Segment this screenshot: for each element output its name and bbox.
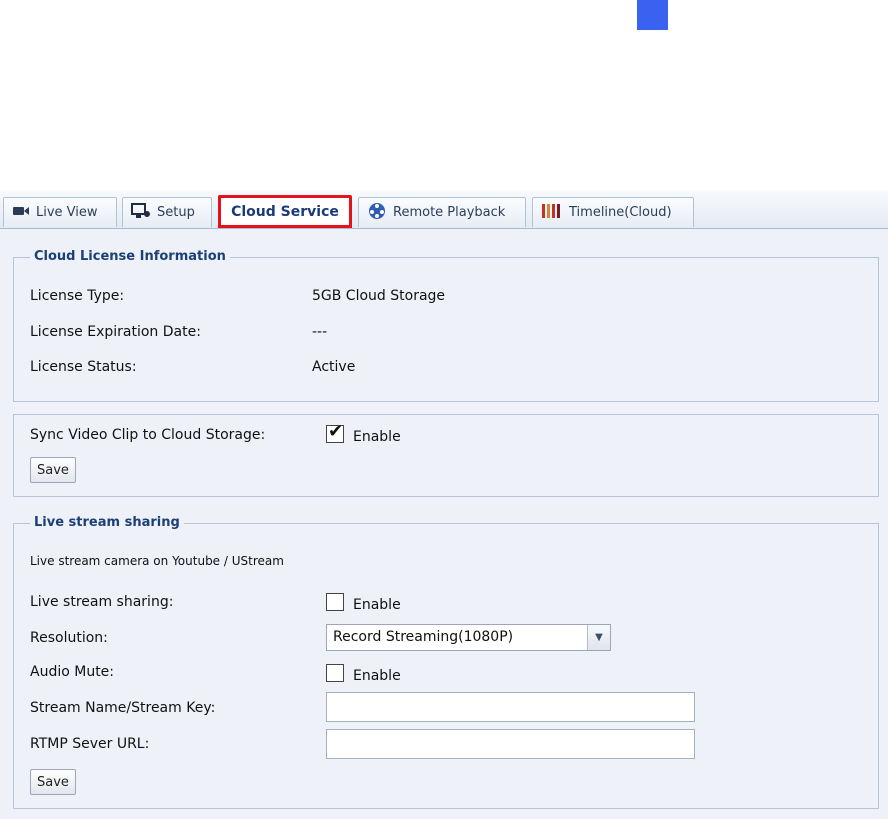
stream-sharing-enable-label: Enable	[353, 597, 401, 613]
audio-mute-enable-label: Enable	[353, 668, 401, 684]
tab-bar: Live View Setup Cloud Service Remote Pla…	[0, 190, 888, 229]
resolution-select[interactable]: Record Streaming(1080P) ▼	[326, 624, 611, 651]
blue-corner-mark	[637, 0, 668, 30]
license-type-label: License Type:	[30, 288, 125, 304]
chevron-down-icon[interactable]: ▼	[587, 625, 610, 650]
checkmark-icon: ✔	[328, 421, 344, 442]
tab-label: Live View	[36, 205, 98, 220]
sync-section: Sync Video Clip to Cloud Storage: ✔ Enab…	[13, 414, 879, 497]
stream-key-input[interactable]	[326, 692, 695, 722]
rtmp-url-label: RTMP Sever URL:	[30, 736, 150, 752]
stream-description: Live stream camera on Youtube / UStream	[30, 554, 284, 568]
stream-sharing-checkbox[interactable]	[326, 593, 344, 611]
stream-save-button[interactable]: Save	[30, 769, 76, 795]
license-type-value: 5GB Cloud Storage	[312, 288, 446, 304]
resolution-label: Resolution:	[30, 630, 108, 646]
resolution-value: Record Streaming(1080P)	[333, 629, 514, 645]
sync-enable-checkbox[interactable]: ✔	[326, 421, 344, 443]
section-title: Live stream sharing	[30, 515, 184, 530]
rtmp-url-input[interactable]	[326, 729, 695, 759]
license-status-label: License Status:	[30, 359, 137, 375]
tab-label: Timeline(Cloud)	[569, 205, 672, 220]
timeline-bars-icon	[541, 203, 563, 223]
license-expiration-label: License Expiration Date:	[30, 324, 201, 340]
sync-label: Sync Video Clip to Cloud Storage:	[30, 427, 266, 443]
stream-key-label: Stream Name/Stream Key:	[30, 700, 216, 716]
tab-live-view[interactable]: Live View	[3, 197, 117, 227]
tab-cloud-service[interactable]: Cloud Service	[218, 195, 352, 228]
license-status-value: Active	[312, 359, 356, 375]
film-reel-icon	[367, 201, 387, 225]
live-stream-section: Live stream sharing Live stream camera o…	[13, 515, 879, 809]
tab-remote-playback[interactable]: Remote Playback	[358, 197, 526, 227]
stream-sharing-label: Live stream sharing:	[30, 594, 174, 610]
audio-mute-label: Audio Mute:	[30, 664, 115, 680]
setup-monitor-icon	[131, 202, 151, 224]
section-title: Cloud License Information	[30, 249, 230, 264]
camera-web-panel: Live View Setup Cloud Service Remote Pla…	[0, 190, 888, 819]
sync-save-button[interactable]: Save	[30, 457, 76, 483]
camera-icon	[12, 205, 30, 221]
cloud-license-section: Cloud License Information License Type: …	[13, 249, 879, 402]
audio-mute-checkbox[interactable]	[326, 664, 344, 682]
tab-setup[interactable]: Setup	[122, 197, 212, 227]
tab-timeline-cloud[interactable]: Timeline(Cloud)	[532, 197, 694, 227]
tab-label: Setup	[157, 205, 195, 220]
tab-label: Cloud Service	[231, 204, 339, 220]
sync-enable-label: Enable	[353, 429, 401, 445]
tab-label: Remote Playback	[393, 205, 506, 220]
license-expiration-value: ---	[312, 324, 328, 340]
